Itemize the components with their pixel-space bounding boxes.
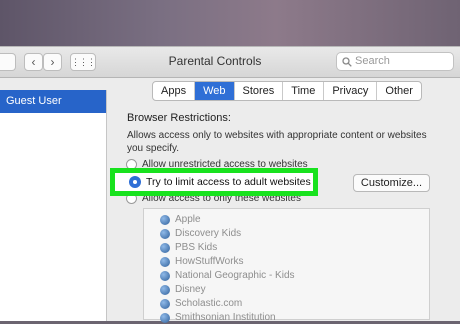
- user-sidebar: Guest User: [0, 90, 107, 321]
- sidebar-item-guest-user[interactable]: Guest User: [0, 90, 106, 113]
- list-item[interactable]: PBS Kids: [160, 241, 217, 254]
- tab-web[interactable]: Web: [194, 82, 234, 100]
- radio-selected-icon: [129, 176, 141, 188]
- chevron-left-icon: ‹: [31, 55, 36, 69]
- show-all-button[interactable]: ⋮⋮⋮: [70, 53, 96, 71]
- list-item[interactable]: Scholastic.com: [160, 297, 242, 310]
- allowed-sites-list: Apple Discovery Kids PBS Kids HowStuffWo…: [143, 208, 430, 323]
- globe-icon: [160, 214, 170, 225]
- list-item[interactable]: Smithsonian Institution: [160, 311, 276, 324]
- list-item[interactable]: HowStuffWorks: [160, 255, 244, 268]
- browser-restrictions-description: Allows access only to websites with appr…: [127, 130, 427, 154]
- radio-limit-label: Try to limit access to adult websites: [146, 176, 311, 188]
- chevron-right-icon: ›: [50, 55, 55, 69]
- tab-apps[interactable]: Apps: [153, 82, 194, 100]
- toolbar-edge-button[interactable]: [0, 53, 16, 71]
- window-title: Parental Controls: [168, 54, 262, 68]
- list-item[interactable]: Discovery Kids: [160, 227, 241, 240]
- search-field[interactable]: Search: [336, 52, 454, 71]
- globe-icon: [160, 228, 170, 239]
- globe-icon: [160, 256, 170, 267]
- tab-time[interactable]: Time: [282, 82, 323, 100]
- back-button[interactable]: ‹: [24, 53, 43, 71]
- customize-button[interactable]: Customize...: [353, 174, 430, 192]
- tab-stores[interactable]: Stores: [233, 82, 283, 100]
- search-icon: [342, 57, 352, 67]
- tab-privacy[interactable]: Privacy: [323, 82, 376, 100]
- grid-icon: ⋮⋮⋮: [71, 56, 96, 67]
- window-toolbar: ‹ › ⋮⋮⋮ Parental Controls Search: [0, 47, 460, 78]
- globe-icon: [160, 284, 170, 295]
- list-item[interactable]: Apple: [160, 213, 201, 226]
- list-item[interactable]: Disney: [160, 283, 206, 296]
- globe-icon: [160, 270, 170, 281]
- desktop-wallpaper: [0, 0, 460, 46]
- tab-bar: Apps Web Stores Time Privacy Other: [152, 81, 422, 101]
- radio-limit-adult-sites[interactable]: Try to limit access to adult websites: [110, 168, 318, 196]
- tab-other[interactable]: Other: [376, 82, 421, 100]
- browser-restrictions-heading: Browser Restrictions:: [127, 112, 231, 124]
- globe-icon: [160, 298, 170, 309]
- search-placeholder: Search: [355, 55, 390, 67]
- list-item[interactable]: National Geographic - Kids: [160, 269, 295, 282]
- globe-icon: [160, 312, 170, 323]
- forward-button[interactable]: ›: [43, 53, 62, 71]
- globe-icon: [160, 242, 170, 253]
